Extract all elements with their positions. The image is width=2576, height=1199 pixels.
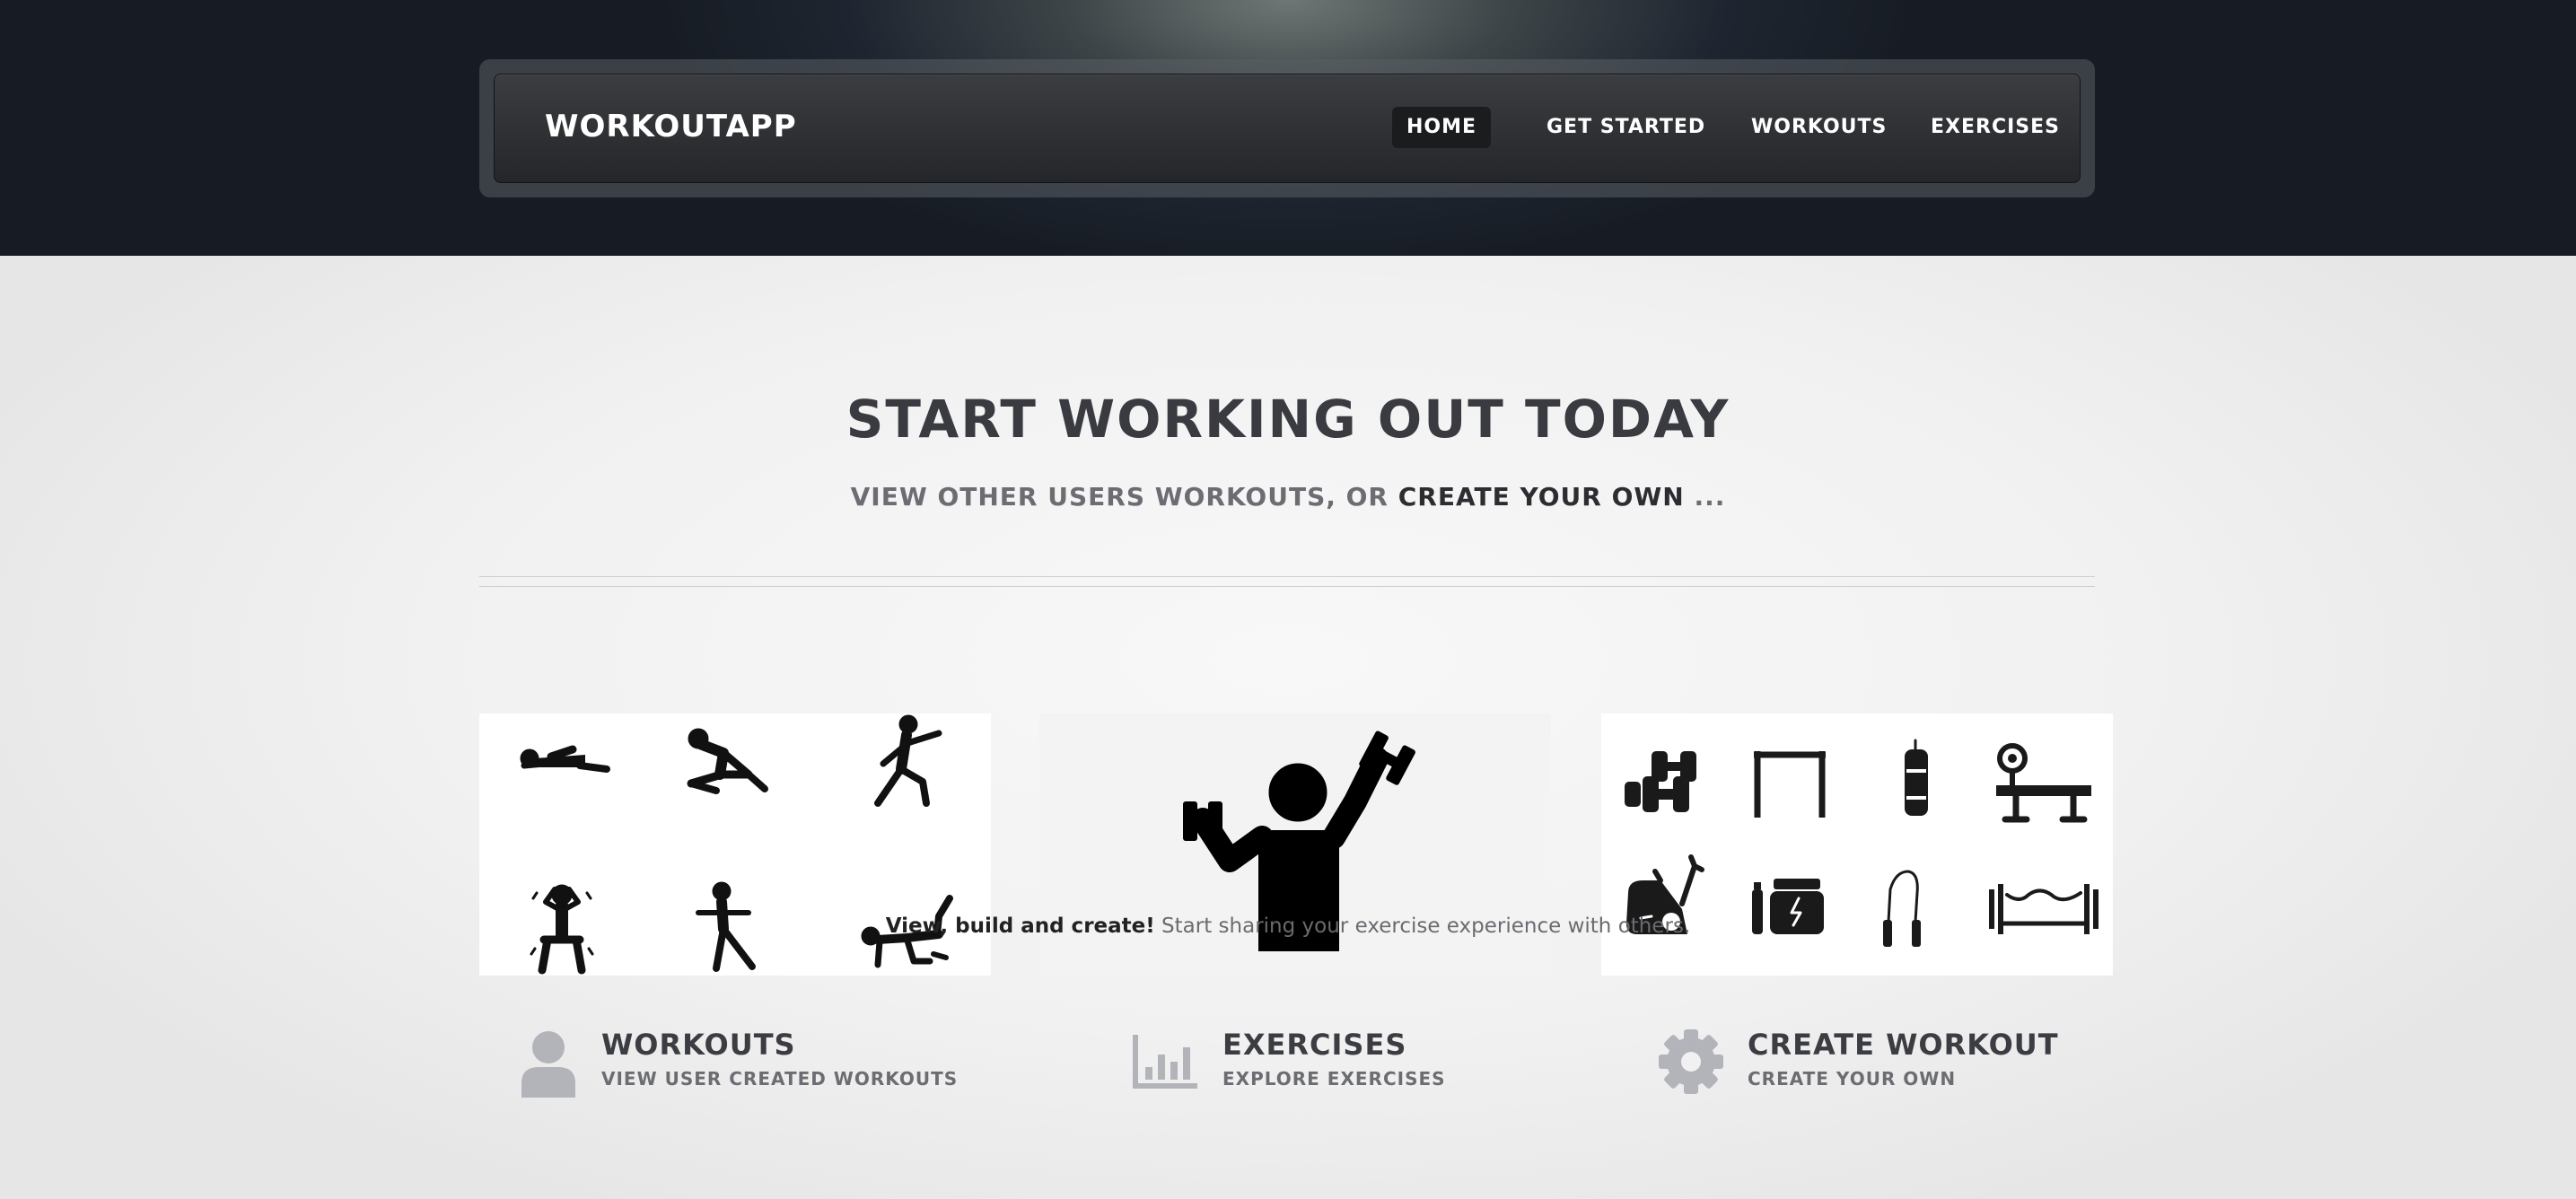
navbar: WORKOUTAPP HOME GET STARTED WORKOUTS EXE…: [494, 74, 2081, 183]
feature-create-workout-title[interactable]: CREATE WORKOUT: [1748, 1028, 2059, 1062]
lying-exercise-figure: [520, 745, 610, 773]
bench-press-equipment: [1996, 743, 2091, 823]
gear-icon: [1659, 1029, 1723, 1094]
kneeling-figure: [687, 728, 768, 794]
brand-logo[interactable]: WORKOUTAPP: [545, 109, 797, 144]
divider-bottom: [479, 586, 2095, 587]
footer-tagline: View, build and create! Start sharing yo…: [0, 915, 2576, 938]
bar-chart-icon: [1133, 1035, 1197, 1089]
hero-subtitle-prefix: VIEW OTHER USERS WORKOUTS, OR: [850, 482, 1398, 512]
header: WORKOUTAPP HOME GET STARTED WORKOUTS EXE…: [0, 0, 2576, 256]
lunge-figure: [874, 714, 942, 807]
hero-title: START WORKING OUT TODAY: [846, 389, 1730, 450]
dumbbells-equipment: [1625, 751, 1696, 812]
nav-home[interactable]: HOME: [1392, 107, 1492, 148]
pullup-bar-equipment: [1754, 751, 1826, 818]
feature-workouts-title[interactable]: WORKOUTS: [601, 1028, 796, 1062]
footer-tagline-text: Start sharing your exercise experience w…: [1154, 915, 1691, 938]
divider-top: [479, 576, 2095, 577]
feature-exercises-subtitle: EXPLORE EXERCISES: [1222, 1068, 1446, 1090]
nav-get-started[interactable]: GET STARTED: [1532, 107, 1720, 148]
punching-bag-equipment: [1905, 739, 1928, 816]
feature-workouts-subtitle: VIEW USER CREATED WORKOUTS: [601, 1068, 959, 1090]
feature-create-workout-subtitle: CREATE YOUR OWN: [1748, 1068, 1957, 1090]
main-content: START WORKING OUT TODAY VIEW OTHER USERS…: [0, 256, 2576, 1199]
hero-subtitle: VIEW OTHER USERS WORKOUTS, OR CREATE YOU…: [0, 482, 2576, 512]
hero-subtitle-strong: CREATE YOUR OWN: [1398, 482, 1685, 512]
footer-tagline-strong: View, build and create!: [885, 915, 1155, 938]
hero-subtitle-suffix: ...: [1684, 482, 1726, 512]
navbar-frame: WORKOUTAPP HOME GET STARTED WORKOUTS EXE…: [479, 59, 2095, 197]
nav-exercises[interactable]: EXERCISES: [1916, 107, 2074, 148]
feature-exercises-title[interactable]: EXERCISES: [1222, 1028, 1406, 1062]
user-icon: [521, 1031, 575, 1098]
nav-workouts[interactable]: WORKOUTS: [1737, 107, 1901, 148]
